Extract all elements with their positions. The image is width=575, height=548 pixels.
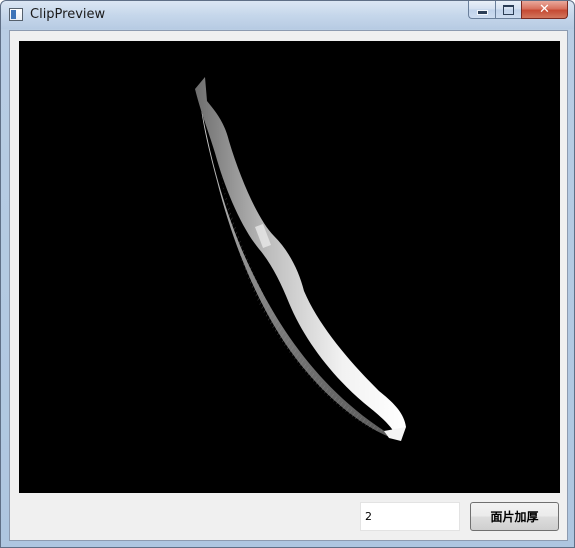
thickness-input[interactable] [360, 502, 460, 531]
title-bar[interactable]: ClipPreview ✕ [1, 1, 574, 29]
close-icon: ✕ [539, 2, 550, 17]
mesh-rim [195, 77, 406, 437]
close-button[interactable]: ✕ [521, 1, 568, 19]
maximize-icon [503, 4, 514, 15]
mesh-tip [384, 427, 406, 441]
preview-viewport[interactable] [19, 41, 560, 493]
client-area: 面片加厚 [9, 30, 568, 541]
mesh-preview-graphic [195, 77, 406, 441]
maximize-button[interactable] [495, 1, 521, 19]
clippreview-window: ClipPreview ✕ 2 面片加厚 [0, 0, 575, 548]
caption-buttons: ✕ [468, 1, 568, 21]
window-title: ClipPreview [30, 7, 106, 22]
minimize-icon [476, 9, 488, 15]
thicken-surface-button[interactable]: 面片加厚 [470, 502, 559, 531]
minimize-button[interactable] [468, 1, 495, 19]
app-window-icon [9, 8, 23, 21]
